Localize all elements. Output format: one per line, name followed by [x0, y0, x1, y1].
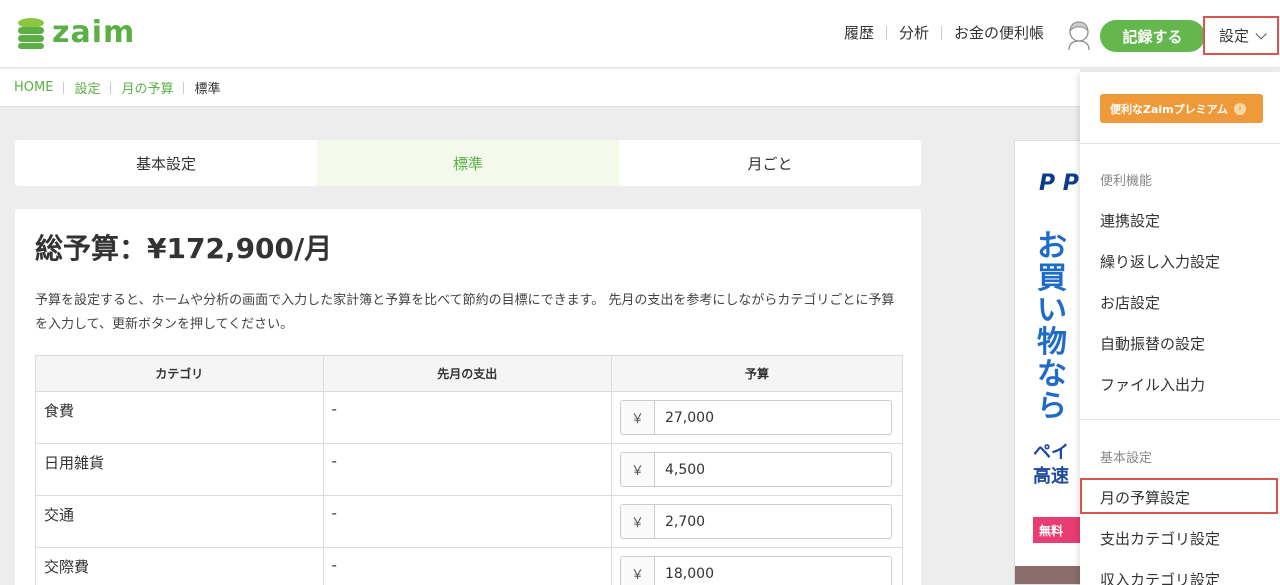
header-last-month: 先月の支出	[322, 355, 612, 392]
budget-input[interactable]: 27,000	[654, 401, 891, 434]
zaim-logo[interactable]: zaim	[16, 17, 135, 49]
budget-table: カテゴリ 先月の支出 予算 食費 - ￥ 27,000 日用雑貨 - ￥ 4,5…	[35, 355, 904, 585]
breadcrumb-monthly-budget[interactable]: 月の予算	[121, 78, 173, 97]
breadcrumb-divider	[183, 81, 185, 94]
category-name: 交際費	[35, 547, 324, 585]
breadcrumb-home[interactable]: HOME	[14, 80, 53, 95]
chevron-down-icon	[1255, 27, 1267, 40]
menu-item-monthly-budget[interactable]: 月の予算設定	[1100, 487, 1190, 508]
table-header-row: カテゴリ 先月の支出 予算	[35, 355, 904, 392]
yen-addon: ￥	[620, 453, 655, 486]
menu-section-header: 基本設定	[1100, 451, 1153, 466]
last-month-spend: -	[322, 495, 612, 548]
menu-item-file-io[interactable]: ファイル入出力	[1100, 374, 1205, 395]
settings-label: 設定	[1218, 27, 1249, 45]
breadcrumb: HOME 設定 月の予算 標準	[0, 69, 1080, 107]
premium-button[interactable]: 便利なZaimプレミアム ›	[1100, 94, 1263, 123]
menu-item-store-settings[interactable]: お店設定	[1100, 292, 1160, 313]
nav-history[interactable]: 履歴	[844, 22, 874, 43]
ad-headline: お買い物なら	[1037, 229, 1067, 424]
breadcrumb-divider	[63, 81, 65, 94]
budget-card: 総予算：¥172,900/月 予算を設定すると、ホームや分析の画面で入力した家計…	[15, 209, 921, 585]
breadcrumb-divider	[110, 81, 112, 94]
table-row: 交際費 - ￥ 18,000	[35, 547, 904, 585]
premium-label: 便利なZaimプレミアム	[1110, 102, 1228, 116]
yen-addon: ￥	[620, 505, 655, 538]
breadcrumb-current: 標準	[194, 82, 221, 97]
budget-cell: ￥ 18,000	[610, 547, 904, 585]
ad-logo: P P	[1039, 171, 1079, 196]
budget-input-group: ￥ 4,500	[619, 452, 892, 487]
record-button[interactable]: 記録する	[1100, 20, 1205, 52]
table-row: 交通 - ￥ 2,700	[35, 495, 904, 548]
budget-input-group: ￥ 18,000	[619, 556, 892, 585]
category-name: 日用雑貨	[35, 443, 324, 496]
arrow-right-icon: ›	[1233, 102, 1246, 115]
tab-basic-settings[interactable]: 基本設定	[15, 140, 317, 186]
nav-analysis[interactable]: 分析	[899, 22, 929, 43]
nav-divider	[941, 25, 943, 40]
top-header: zaim 履歴 分析 お金の便利帳 記録する 設定	[0, 0, 1280, 68]
category-name: 食費	[35, 391, 324, 444]
table-row: 食費 - ￥ 27,000	[35, 391, 904, 444]
breadcrumb-settings[interactable]: 設定	[74, 78, 100, 97]
budget-input[interactable]: 18,000	[654, 557, 891, 585]
budget-tabs: 基本設定 標準 月ごと	[15, 140, 921, 186]
ad-subheadline: ペイ 高速	[1033, 442, 1069, 487]
menu-divider	[1080, 143, 1280, 144]
yen-addon: ￥	[620, 557, 655, 585]
budget-input-group: ￥ 27,000	[619, 400, 892, 435]
last-month-spend: -	[322, 391, 612, 444]
budget-description: 予算を設定すると、ホームや分析の画面で入力した家計簿と予算を比べて節約の目標にで…	[35, 293, 895, 332]
menu-divider	[1080, 419, 1280, 420]
menu-item-expense-categories[interactable]: 支出カテゴリ設定	[1100, 528, 1220, 549]
nav-divider	[886, 25, 888, 40]
budget-cell: ￥ 27,000	[610, 391, 904, 444]
last-month-spend: -	[322, 443, 612, 496]
budget-input[interactable]: 2,700	[654, 505, 891, 538]
menu-item-recurring-input[interactable]: 繰り返し入力設定	[1100, 251, 1220, 272]
tab-monthly[interactable]: 月ごと	[619, 140, 921, 186]
coin-stack-icon	[18, 18, 44, 49]
tab-standard[interactable]: 標準	[317, 140, 619, 186]
header-category: カテゴリ	[35, 355, 324, 392]
menu-item-link-settings[interactable]: 連携設定	[1100, 210, 1160, 231]
total-budget: 総予算：¥172,900/月	[35, 232, 333, 265]
budget-input[interactable]: 4,500	[654, 453, 891, 486]
header-budget: 予算	[610, 355, 904, 392]
yen-addon: ￥	[620, 401, 655, 434]
settings-menu-button[interactable]: 設定	[1203, 16, 1279, 55]
last-month-spend: -	[322, 547, 612, 585]
settings-dropdown: 便利なZaimプレミアム › 便利機能 連携設定 繰り返し入力設定 お店設定 自…	[1080, 72, 1280, 585]
menu-item-auto-transfer[interactable]: 自動振替の設定	[1100, 333, 1205, 354]
ad-banner[interactable]: P P お買い物なら ペイ 高速 無料	[1014, 140, 1084, 585]
ad-image	[1015, 566, 1083, 584]
main-nav: 履歴 分析 お金の便利帳	[844, 22, 1044, 43]
budget-cell: ￥ 2,700	[610, 495, 904, 548]
ad-badge: 無料	[1033, 517, 1083, 543]
budget-input-group: ￥ 2,700	[619, 504, 892, 539]
budget-cell: ￥ 4,500	[610, 443, 904, 496]
logo-text: zaim	[52, 15, 136, 50]
category-name: 交通	[35, 495, 324, 548]
menu-section-header: 便利機能	[1100, 174, 1153, 189]
user-avatar-icon[interactable]	[1066, 20, 1092, 50]
menu-item-income-categories[interactable]: 収入カテゴリ設定	[1100, 569, 1220, 585]
table-row: 日用雑貨 - ￥ 4,500	[35, 443, 904, 496]
nav-money-guide[interactable]: お金の便利帳	[954, 22, 1044, 43]
